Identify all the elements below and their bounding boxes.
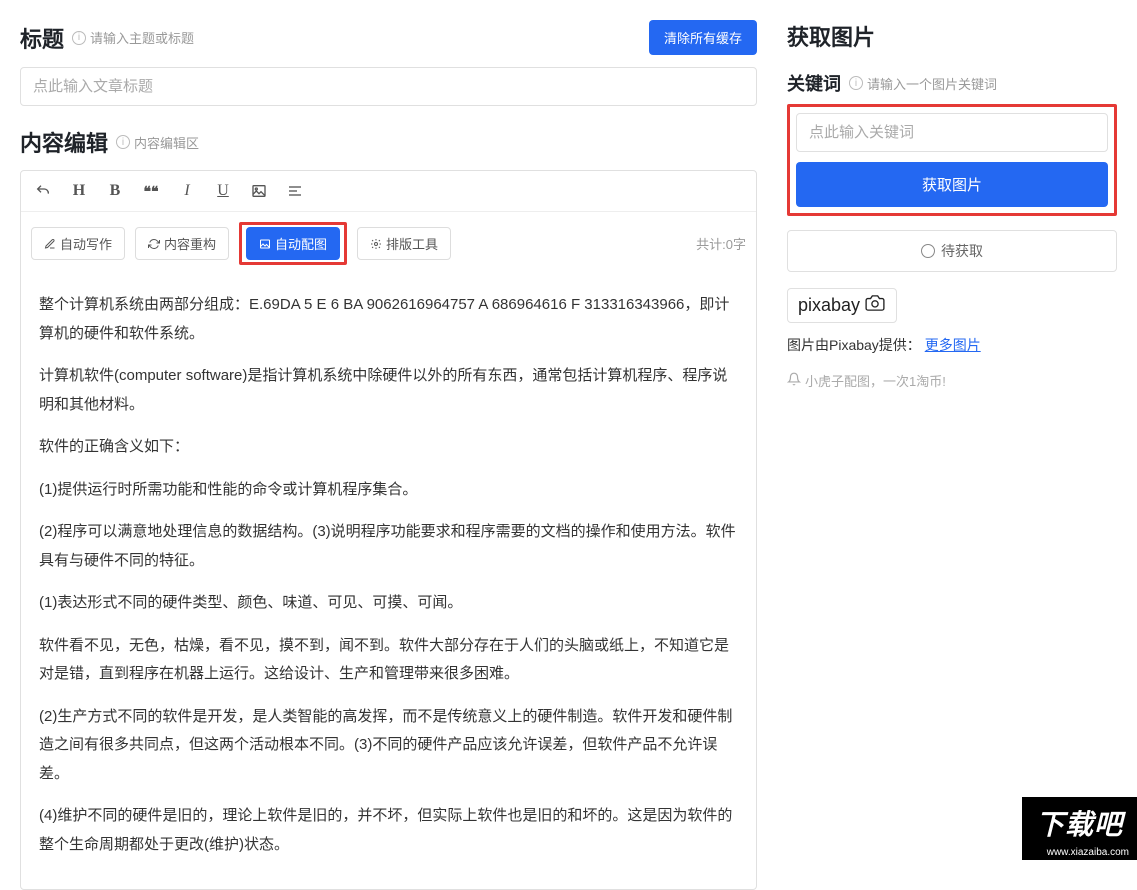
pending-status[interactable]: 待获取 — [787, 230, 1117, 272]
paragraph: (4)维护不同的硬件是旧的，理论上软件是旧的，并不坏，但实际上软件也是旧的和坏的… — [39, 802, 738, 859]
format-toolbar: H B ❝❝ I U — [21, 171, 756, 212]
keyword-input[interactable] — [796, 113, 1108, 152]
restructure-button[interactable]: 内容重构 — [135, 227, 229, 260]
keyword-header: 关键词 i 请输入一个图片关键词 — [787, 70, 1117, 96]
paragraph: (1)提供运行时所需功能和性能的命令或计算机程序集合。 — [39, 476, 738, 505]
image-credit: 图片由Pixabay提供： 更多图片 — [787, 335, 1117, 355]
content-label: 内容编辑 — [20, 126, 108, 158]
info-icon: i — [849, 76, 863, 90]
keyword-hint: i 请输入一个图片关键词 — [849, 74, 997, 93]
heading-icon[interactable]: H — [67, 179, 91, 203]
paragraph: 软件看不见，无色，枯燥，看不见，摸不到，闻不到。软件大部分存在于人们的头脑或纸上… — [39, 632, 738, 689]
undo-icon[interactable] — [31, 179, 55, 203]
paragraph: 计算机软件(computer software)是指计算机系统中除硬件以外的所有… — [39, 362, 738, 419]
refresh-icon — [148, 238, 160, 250]
editor-box: H B ❝❝ I U 自动写作 内容重构 — [20, 170, 757, 890]
title-label: 标题 — [20, 22, 64, 54]
auto-image-button[interactable]: 自动配图 — [246, 227, 340, 260]
bell-icon — [787, 372, 801, 389]
info-icon: i — [72, 31, 86, 45]
fetch-image-title: 获取图片 — [787, 20, 875, 52]
camera-icon — [864, 295, 886, 316]
paragraph: (2)生产方式不同的软件是开发，是人类智能的高发挥，而不是传统意义上的硬件制造。… — [39, 703, 738, 789]
auto-image-highlight: 自动配图 — [239, 222, 347, 265]
underline-icon[interactable]: U — [211, 179, 235, 203]
clear-cache-button[interactable]: 清除所有缓存 — [649, 20, 757, 55]
paragraph: (2)程序可以满意地处理信息的数据结构。(3)说明程序功能要求和程序需要的文档的… — [39, 518, 738, 575]
quote-icon[interactable]: ❝❝ — [139, 179, 163, 203]
italic-icon[interactable]: I — [175, 179, 199, 203]
title-hint: i 请输入主题或标题 — [72, 28, 194, 47]
auto-write-button[interactable]: 自动写作 — [31, 227, 125, 260]
image-icon[interactable] — [247, 179, 271, 203]
paragraph: 软件的正确含义如下： — [39, 433, 738, 462]
content-hint: i 内容编辑区 — [116, 133, 199, 152]
paragraph: 整个计算机系统由两部分组成：E.69DA 5 E 6 BA 9062616964… — [39, 291, 738, 348]
layout-icon — [370, 238, 382, 250]
paragraph: (1)表达形式不同的硬件类型、颜色、味道、可见、可摸、可闻。 — [39, 589, 738, 618]
action-toolbar: 自动写作 内容重构 自动配图 排版工具 共计:0字 — [21, 212, 756, 275]
circle-icon — [921, 244, 935, 258]
picture-icon — [259, 238, 271, 250]
layout-tool-button[interactable]: 排版工具 — [357, 227, 451, 260]
bold-icon[interactable]: B — [103, 179, 127, 203]
fetch-image-button[interactable]: 获取图片 — [796, 162, 1108, 207]
content-section-header: 内容编辑 i 内容编辑区 — [20, 126, 757, 158]
pencil-icon — [44, 238, 56, 250]
char-count: 共计:0字 — [696, 234, 746, 253]
pixabay-badge: pixabay — [787, 288, 897, 323]
info-icon: i — [116, 135, 130, 149]
editor-content[interactable]: 整个计算机系统由两部分组成：E.69DA 5 E 6 BA 9062616964… — [21, 275, 756, 889]
article-title-input[interactable] — [20, 67, 757, 106]
fetch-image-header: 获取图片 — [787, 20, 1117, 52]
watermark: 下载吧 www.xiazaiba.com — [1022, 797, 1137, 860]
tip-row: 小虎子配图，一次1淘币! — [787, 371, 1117, 390]
more-images-link[interactable]: 更多图片 — [925, 337, 981, 353]
keyword-label: 关键词 — [787, 70, 841, 96]
keyword-highlight-box: 获取图片 — [787, 104, 1117, 216]
align-icon[interactable] — [283, 179, 307, 203]
title-section-header: 标题 i 请输入主题或标题 清除所有缓存 — [20, 20, 757, 55]
